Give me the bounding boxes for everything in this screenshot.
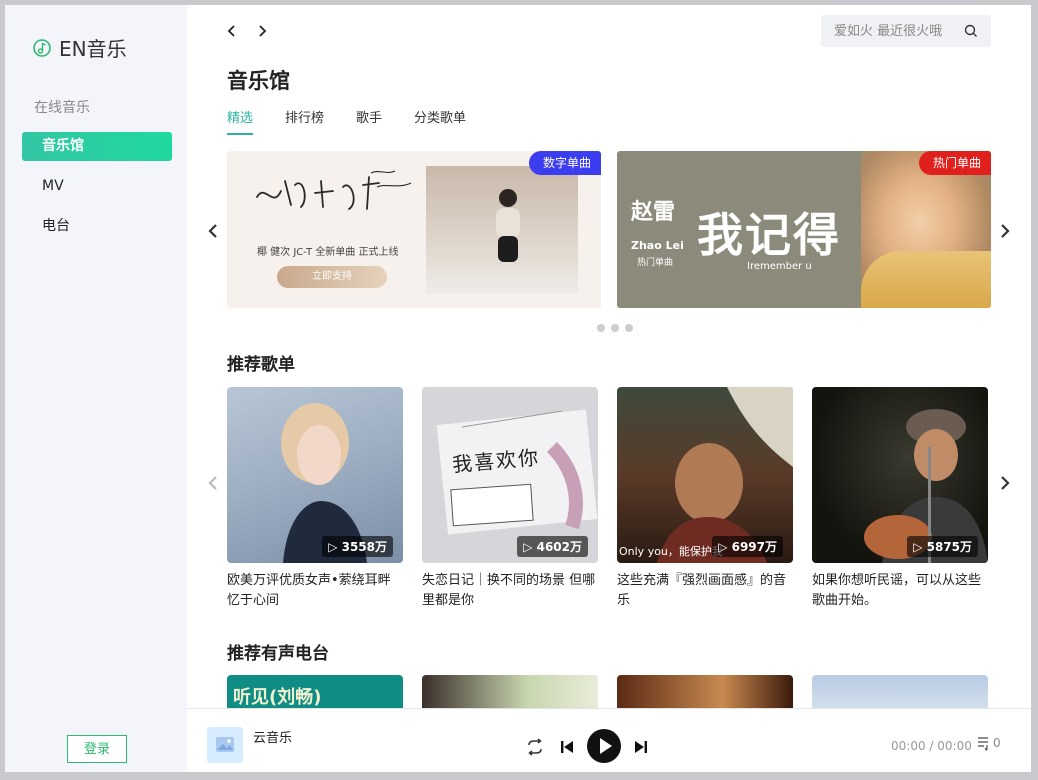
- radio-card[interactable]: 听见(刘畅): [227, 675, 403, 708]
- playlist-card[interactable]: ▷ 5875万 如果你想听民谣，可以从这些歌曲开始。: [812, 387, 988, 611]
- tab-playlist-categories[interactable]: 分类歌单: [414, 107, 466, 135]
- page-title: 音乐馆: [227, 69, 290, 93]
- banner-handwritten-title-art: [256, 170, 412, 210]
- sidebar-item-radio[interactable]: 电台: [22, 212, 172, 241]
- playlist-cover[interactable]: Only you，能保护我 ▷ 6997万: [617, 387, 793, 563]
- banner-tag-digital-single: 数字单曲: [528, 151, 601, 175]
- section-title-recommended-playlists: 推荐歌单: [227, 355, 295, 375]
- playback-time: 00:00 / 00:00: [891, 739, 972, 753]
- back-arrow-icon[interactable]: [227, 21, 237, 41]
- cover-caption: Only you，能保护我: [619, 545, 723, 558]
- banner-song-title: 我记得: [697, 208, 841, 262]
- play-count-value: 6997万: [731, 540, 777, 554]
- play-icon: [600, 738, 612, 754]
- tab-featured[interactable]: 精选: [227, 107, 254, 135]
- banner-prev-arrow-icon[interactable]: [207, 221, 219, 241]
- playlist-card[interactable]: 我喜欢你 ▷ 4602万 失恋日记｜换不同的场景 但哪里都是你: [422, 387, 598, 611]
- banner-artist-name-en: Zhao Lei: [631, 239, 684, 252]
- play-count-value: 3558万: [341, 540, 387, 554]
- app-logo[interactable]: EN音乐: [33, 33, 127, 62]
- play-count: ▷ 3558万: [322, 536, 393, 557]
- carousel-dot[interactable]: [625, 324, 633, 332]
- playlist-card[interactable]: Only you，能保护我 ▷ 6997万 这些充满『强烈画面感』的音乐: [617, 387, 793, 611]
- search-input[interactable]: [834, 23, 958, 39]
- playlist-next-arrow-icon[interactable]: [999, 473, 1011, 493]
- app-window: EN音乐 在线音乐 音乐馆 MV 电台 登录 音乐馆 精选 排行榜: [5, 5, 1031, 772]
- sidebar-item-mv[interactable]: MV: [22, 172, 172, 201]
- tab-bar: 精选 排行榜 歌手 分类歌单: [227, 107, 466, 135]
- banner-song-title-en: Iremember u: [747, 261, 812, 272]
- play-count: ▷ 5875万: [907, 536, 978, 557]
- radio-card[interactable]: [617, 675, 793, 708]
- support-now-button[interactable]: 立即支持: [277, 266, 387, 288]
- playlist-cover[interactable]: 我喜欢你 ▷ 4602万: [422, 387, 598, 563]
- carousel-dot[interactable]: [597, 324, 605, 332]
- banner-hot-single[interactable]: 赵雷 Zhao Lei 热门单曲 我记得 Iremember u 热门单曲: [617, 151, 991, 308]
- playlist-prev-arrow-icon[interactable]: [207, 473, 219, 493]
- music-note-icon: [33, 38, 51, 57]
- playlist-cover[interactable]: ▷ 3558万: [227, 387, 403, 563]
- singer-figure: [496, 189, 520, 262]
- player-bar: 云音乐 00:00 / 00:00 0: [187, 708, 1031, 772]
- sidebar-item-music-hall[interactable]: 音乐馆: [22, 132, 172, 161]
- play-count-value: 5875万: [926, 540, 972, 554]
- playlist-title[interactable]: 欧美万评优质女声•萦绕耳畔忆于心间: [227, 571, 403, 611]
- play-button[interactable]: [587, 729, 621, 763]
- search-icon[interactable]: [964, 24, 978, 38]
- tab-charts[interactable]: 排行榜: [285, 107, 324, 135]
- banner-next-arrow-icon[interactable]: [999, 221, 1011, 241]
- main-content: 音乐馆 精选 排行榜 歌手 分类歌单 椰 健次 JC-T 全新单曲 正式上线 立…: [187, 5, 1031, 708]
- now-playing-cover[interactable]: [207, 727, 243, 763]
- section-label-online-music: 在线音乐: [34, 100, 90, 116]
- play-count: ▷ 4602万: [517, 536, 588, 557]
- banner-baby-sweater: [861, 251, 991, 308]
- sidebar: EN音乐 在线音乐 音乐馆 MV 电台 登录: [5, 5, 187, 772]
- login-button[interactable]: 登录: [67, 735, 127, 763]
- search-box: [821, 15, 991, 47]
- play-count-value: 4602万: [536, 540, 582, 554]
- playlist-card[interactable]: ▷ 3558万 欧美万评优质女声•萦绕耳畔忆于心间: [227, 387, 403, 611]
- playlist-queue-icon: [978, 737, 988, 751]
- forward-arrow-icon[interactable]: [257, 21, 267, 41]
- radio-card[interactable]: [422, 675, 598, 708]
- playlist-queue-button[interactable]: 0: [977, 735, 1001, 751]
- playlist-title[interactable]: 如果你想听民谣，可以从这些歌曲开始。: [812, 571, 988, 611]
- playlist-cover[interactable]: ▷ 5875万: [812, 387, 988, 563]
- playlist-title[interactable]: 这些充满『强烈画面感』的音乐: [617, 571, 793, 611]
- now-playing-title: 云音乐: [253, 731, 293, 746]
- radio-card[interactable]: [812, 675, 988, 708]
- app-name: EN音乐: [59, 37, 127, 61]
- next-track-icon[interactable]: [633, 739, 649, 755]
- banner-digital-single[interactable]: 椰 健次 JC-T 全新单曲 正式上线 立即支持 数字单曲: [227, 151, 601, 308]
- section-title-recommended-radio: 推荐有声电台: [227, 644, 329, 664]
- queue-count: 0: [993, 736, 1001, 750]
- banner-artist-line: 椰 健次 JC-T 全新单曲 正式上线: [257, 247, 399, 258]
- tab-singers[interactable]: 歌手: [356, 107, 382, 135]
- radio-cover-text: 听见(刘畅): [233, 687, 322, 708]
- banner-artist-name: 赵雷: [631, 200, 676, 225]
- playlist-title[interactable]: 失恋日记｜换不同的场景 但哪里都是你: [422, 571, 598, 611]
- history-nav: [227, 21, 267, 41]
- banner-tag-hot-single: 热门单曲: [918, 151, 991, 175]
- carousel-dot[interactable]: [611, 324, 619, 332]
- banner-photo: [426, 166, 578, 294]
- play-count: ▷ 6997万: [712, 536, 783, 557]
- banner-subtitle: 热门单曲: [637, 258, 674, 268]
- repeat-icon[interactable]: [525, 738, 545, 756]
- carousel-dots: [597, 324, 633, 332]
- previous-track-icon[interactable]: [559, 739, 575, 755]
- image-placeholder-icon: [216, 737, 234, 752]
